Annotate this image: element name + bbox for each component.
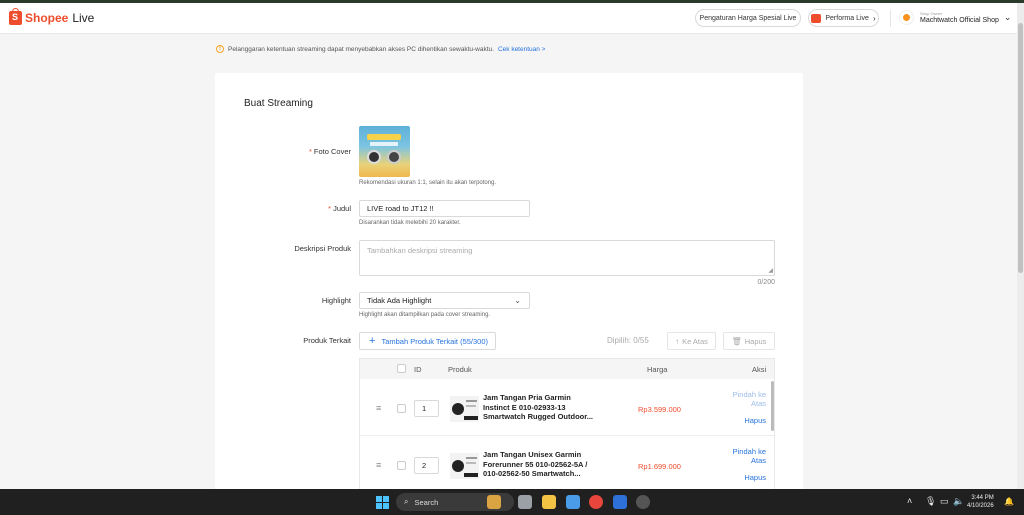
page-title: Buat Streaming bbox=[244, 98, 313, 109]
cover-image[interactable] bbox=[359, 126, 410, 177]
shop-account-menu[interactable]: Shop Owner Machtwatch Official Shop ⌄ bbox=[899, 10, 1011, 25]
arrow-up-icon: ↑ bbox=[675, 336, 680, 346]
check-terms-link[interactable]: Cek ketentuan > bbox=[498, 46, 546, 53]
volume-icon[interactable]: 🔈 bbox=[953, 496, 964, 507]
notepad-icon[interactable] bbox=[566, 495, 580, 509]
shop-name: Machtwatch Official Shop bbox=[920, 17, 999, 24]
description-char-count: 0/200 bbox=[757, 279, 775, 286]
title-label: * Judul bbox=[328, 204, 351, 213]
row-id-input[interactable]: 1 bbox=[414, 400, 439, 417]
clock-time: 3:44 PM bbox=[971, 495, 994, 501]
title-hint: Disarankan tidak melebihi 20 karakter. bbox=[359, 220, 461, 226]
column-product: Produk bbox=[448, 365, 472, 374]
title-input[interactable]: LIVE road to JT12 !! bbox=[359, 200, 530, 217]
table-scrollbar[interactable] bbox=[771, 381, 774, 431]
delete-row-link[interactable]: Hapus bbox=[744, 416, 766, 425]
shopee-live-logo[interactable]: S Shopee Live bbox=[9, 8, 95, 25]
product-name: Jam Tangan Pria Garmin Instinct E 010-02… bbox=[483, 393, 594, 421]
description-placeholder: Tambahkan deskripsi streaming bbox=[367, 246, 473, 255]
notice-text: Pelanggaran ketentuan streaming dapat me… bbox=[228, 45, 494, 53]
delete-selected-button[interactable]: 🗑 Hapus bbox=[723, 332, 775, 350]
widget-icon[interactable] bbox=[487, 495, 501, 509]
product-price: Rp1.699.000 bbox=[638, 462, 681, 471]
drag-handle-icon[interactable]: ≡ bbox=[376, 460, 381, 470]
page-scrollbar[interactable] bbox=[1017, 3, 1024, 489]
chevron-down-icon: ⌄ bbox=[514, 296, 521, 305]
shopee-live-app: S Shopee Live Pengaturan Harga Spesial L… bbox=[0, 3, 1017, 489]
move-up-label: Ke Atas bbox=[682, 336, 708, 346]
chevron-up-icon[interactable]: ˄ bbox=[907, 496, 912, 506]
highlight-label: Highlight bbox=[321, 296, 351, 305]
row-id-input[interactable]: 2 bbox=[414, 457, 439, 474]
column-action: Aksi bbox=[752, 365, 767, 374]
task-view-icon[interactable] bbox=[518, 495, 532, 509]
product-name: Live bbox=[72, 11, 95, 25]
selected-count: Dipilih: 0/55 bbox=[607, 336, 649, 345]
file-explorer-icon[interactable] bbox=[542, 495, 556, 509]
highlight-select[interactable]: Tidak Ada Highlight ⌄ bbox=[359, 292, 530, 309]
policy-notice: ! Pelanggaran ketentuan streaming dapat … bbox=[216, 45, 545, 53]
windows-taskbar: ⌕ Search ˄ 🎙 ▭ 🔈 3:44 PM 4/10/2026 🔔 bbox=[0, 489, 1024, 515]
special-price-button[interactable]: Pengaturan Harga Spesial Live bbox=[695, 9, 801, 27]
brand-name: Shopee bbox=[25, 11, 69, 25]
windows-start-icon[interactable] bbox=[376, 496, 389, 509]
related-products-table: ID Produk Harga Aksi ≡ 1 Jam Tangan Pria… bbox=[359, 358, 775, 489]
move-to-top-link[interactable]: Pindah ke Atas bbox=[726, 447, 766, 465]
table-row: ≡ 2 Jam Tangan Unisex Garmin Forerunner … bbox=[360, 436, 774, 489]
clock-app-icon[interactable] bbox=[636, 495, 650, 509]
clock-date: 4/10/2026 bbox=[967, 503, 994, 509]
shop-role: Shop Owner bbox=[920, 11, 943, 16]
search-icon: ⌕ bbox=[404, 497, 409, 506]
app-icon[interactable] bbox=[613, 495, 627, 509]
page-scrollbar-thumb[interactable] bbox=[1018, 23, 1023, 273]
microphone-icon[interactable]: 🎙 bbox=[925, 496, 936, 507]
column-price: Harga bbox=[647, 365, 668, 374]
select-all-checkbox[interactable] bbox=[397, 364, 406, 373]
drag-handle-icon[interactable]: ≡ bbox=[376, 403, 381, 413]
taskbar-search-label: Search bbox=[414, 497, 439, 507]
row-checkbox[interactable] bbox=[397, 404, 406, 413]
table-row: ≡ 1 Jam Tangan Pria Garmin Instinct E 01… bbox=[360, 379, 774, 436]
add-related-product-label: Tambah Produk Terkait (55/300) bbox=[381, 336, 489, 346]
highlight-hint: Highlight akan ditampilkan pada cover st… bbox=[359, 312, 491, 318]
warning-icon: ! bbox=[216, 45, 224, 53]
table-header: ID Produk Harga Aksi bbox=[360, 359, 774, 379]
cover-hint: Rekomendasi ukuran 1:1, selain itu akan … bbox=[359, 180, 497, 186]
description-label: Deskripsi Produk bbox=[294, 244, 351, 253]
shopee-bag-icon: S bbox=[9, 8, 22, 25]
product-thumbnail bbox=[450, 453, 479, 479]
notification-bell-icon[interactable]: 🔔 bbox=[1004, 497, 1014, 506]
related-products-label: Produk Terkait bbox=[303, 336, 351, 345]
add-related-product-button[interactable]: + Tambah Produk Terkait (55/300) bbox=[359, 332, 496, 350]
delete-row-link[interactable]: Hapus bbox=[744, 473, 766, 482]
trash-icon: 🗑 bbox=[731, 336, 742, 346]
plus-icon: + bbox=[369, 334, 376, 347]
description-textarea[interactable]: Tambahkan deskripsi streaming ◢ bbox=[359, 240, 775, 276]
chevron-down-icon: ⌄ bbox=[1003, 12, 1012, 22]
product-price: Rp3.599.000 bbox=[638, 405, 681, 414]
product-thumbnail bbox=[450, 396, 479, 422]
resize-grip-icon[interactable]: ◢ bbox=[768, 267, 773, 274]
system-clock[interactable]: 3:44 PM 4/10/2026 bbox=[967, 494, 994, 510]
cover-label: * Foto Cover bbox=[308, 147, 351, 156]
top-header: S Shopee Live Pengaturan Harga Spesial L… bbox=[0, 3, 1017, 34]
header-divider bbox=[890, 10, 891, 27]
network-icon[interactable]: ▭ bbox=[940, 496, 949, 507]
move-up-button[interactable]: ↑ Ke Atas bbox=[667, 332, 716, 350]
chevron-right-icon: › bbox=[872, 13, 876, 23]
live-performance-label: Performa Live bbox=[825, 14, 869, 22]
product-name: Jam Tangan Unisex Garmin Forerunner 55 0… bbox=[483, 450, 588, 478]
shop-avatar bbox=[899, 10, 914, 25]
move-to-top-link[interactable]: Pindah ke Atas bbox=[726, 390, 766, 408]
column-id: ID bbox=[414, 365, 422, 374]
row-checkbox[interactable] bbox=[397, 461, 406, 470]
live-performance-button[interactable]: Performa Live › bbox=[808, 9, 879, 27]
highlight-selected-value: Tidak Ada Highlight bbox=[367, 296, 432, 305]
chrome-icon[interactable] bbox=[589, 495, 603, 509]
delete-selected-label: Hapus bbox=[744, 336, 767, 346]
performance-icon bbox=[811, 13, 822, 23]
create-stream-form: Buat Streaming * Foto Cover Rekomendasi u… bbox=[215, 73, 803, 489]
